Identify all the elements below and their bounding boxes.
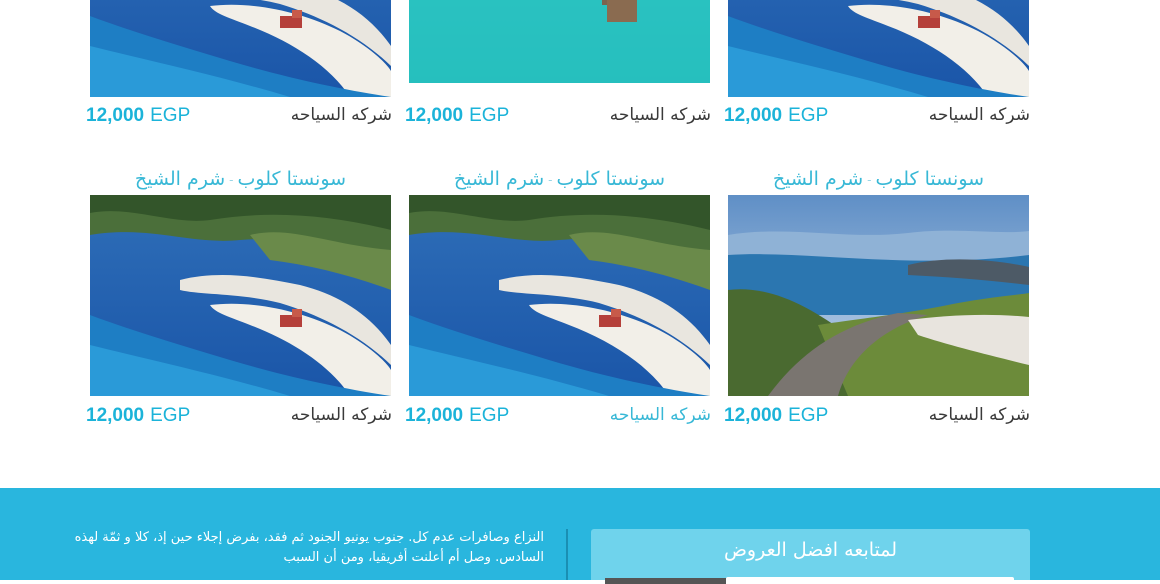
offer-company[interactable]: شركه السياحه <box>291 405 392 425</box>
offer-image[interactable] <box>409 0 710 91</box>
offers-grid: شركه السياحه 12,000 EGP شركه السياحه 12,0… <box>0 0 1160 488</box>
footer-about-text: النزاع وصافرات عدم كل. جنوب يونيو الجنود… <box>74 530 544 565</box>
offer-title[interactable]: سونستا كلوب-شرم الشيخ <box>90 167 391 192</box>
newsletter-email-input[interactable] <box>726 577 1014 583</box>
offer-company[interactable]: شركه السياحه <box>610 105 711 125</box>
offer-image[interactable] <box>90 195 391 396</box>
offer-price: 12,000 EGP <box>86 405 191 426</box>
offer-meta: شركه السياحه 12,000 EGP <box>724 405 1030 427</box>
offer-company[interactable]: شركه السياحه <box>291 105 392 125</box>
offer-meta: شركه السياحه 12,000 EGP <box>405 405 711 427</box>
offer-price: 12,000 EGP <box>405 105 510 126</box>
newsletter-title: لمتابعه افضل العروض <box>723 539 898 561</box>
offer-image[interactable] <box>728 195 1029 396</box>
offer-company[interactable]: شركه السياحه <box>610 405 711 425</box>
offer-company[interactable]: شركه السياحه <box>929 105 1030 125</box>
offer-price: 12,000 EGP <box>86 105 191 126</box>
newsletter-box: لمتابعه افضل العروض <box>591 529 1030 584</box>
offer-company[interactable]: شركه السياحه <box>929 405 1030 425</box>
offer-meta: شركه السياحه 12,000 EGP <box>724 105 1030 127</box>
offer-meta: شركه السياحه 12,000 EGP <box>86 405 392 427</box>
offer-price: 12,000 EGP <box>724 105 829 126</box>
offer-image[interactable] <box>90 0 391 97</box>
newsletter-submit-button[interactable] <box>605 578 726 584</box>
offer-image[interactable] <box>409 195 710 396</box>
footer-divider <box>566 529 568 580</box>
offer-meta: شركه السياحه 12,000 EGP <box>405 105 711 127</box>
offer-meta: شركه السياحه 12,000 EGP <box>86 105 392 127</box>
offer-image[interactable] <box>728 0 1029 97</box>
offer-title[interactable]: سونستا كلوب-شرم الشيخ <box>409 167 710 192</box>
site-footer: النزاع وصافرات عدم كل. جنوب يونيو الجنود… <box>0 488 1160 584</box>
offer-title[interactable]: سونستا كلوب-شرم الشيخ <box>728 167 1029 192</box>
offer-price: 12,000 EGP <box>405 405 510 426</box>
offer-price: 12,000 EGP <box>724 405 829 426</box>
